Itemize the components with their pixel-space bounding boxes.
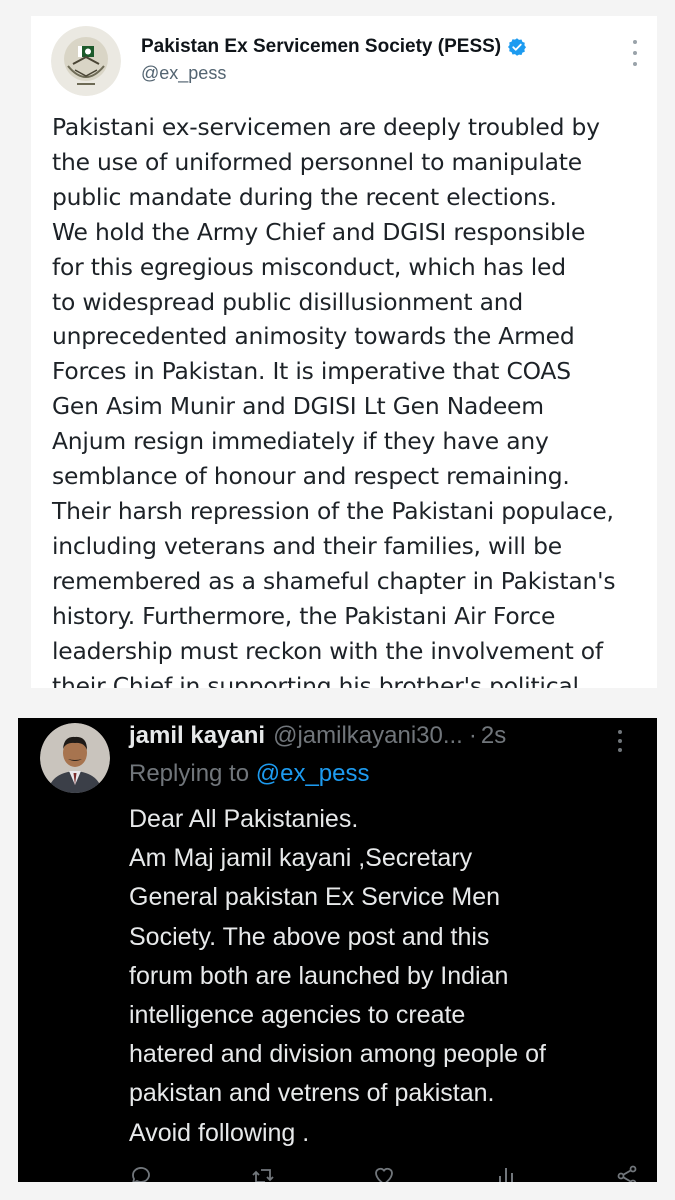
user-photo-avatar[interactable] — [40, 723, 110, 793]
replying-to-handle-link[interactable]: @ex_pess — [256, 760, 370, 787]
reply-author-handle[interactable]: @jamilkayani30... — [273, 722, 463, 750]
replying-to-label: Replying to — [129, 760, 250, 787]
reply-post-card: jamil kayani @jamilkayani30... · 2s Repl… — [18, 718, 657, 1182]
reply-header: jamil kayani @jamilkayani30... · 2s — [129, 722, 506, 750]
reply-author-name[interactable]: jamil kayani — [129, 722, 265, 750]
author-name[interactable]: Pakistan Ex Servicemen Society (PESS) — [141, 36, 501, 58]
replying-to-row: Replying to @ex_pess — [129, 760, 370, 788]
more-vertical-icon[interactable] — [617, 730, 623, 752]
pess-emblem-avatar[interactable] — [51, 26, 121, 96]
reply-action-bar — [129, 1164, 639, 1182]
reply-body: Dear All Pakistanies. Am Maj jamil kayan… — [129, 805, 546, 1147]
reply-timestamp[interactable]: 2s — [481, 722, 506, 750]
views-icon[interactable] — [494, 1164, 518, 1182]
retweet-icon[interactable] — [251, 1164, 275, 1182]
original-post-card: Pakistan Ex Servicemen Society (PESS) @e… — [31, 16, 657, 688]
share-icon[interactable] — [615, 1164, 639, 1182]
author-handle[interactable]: @ex_pess — [141, 63, 226, 84]
more-vertical-icon[interactable] — [631, 40, 639, 66]
like-icon[interactable] — [372, 1164, 396, 1182]
author-row: Pakistan Ex Servicemen Society (PESS) — [141, 36, 527, 58]
verified-badge-icon — [508, 38, 527, 56]
reply-icon[interactable] — [129, 1164, 153, 1182]
post-body: Pakistani ex-servicemen are deeply troub… — [52, 113, 616, 688]
separator-dot: · — [468, 722, 477, 749]
